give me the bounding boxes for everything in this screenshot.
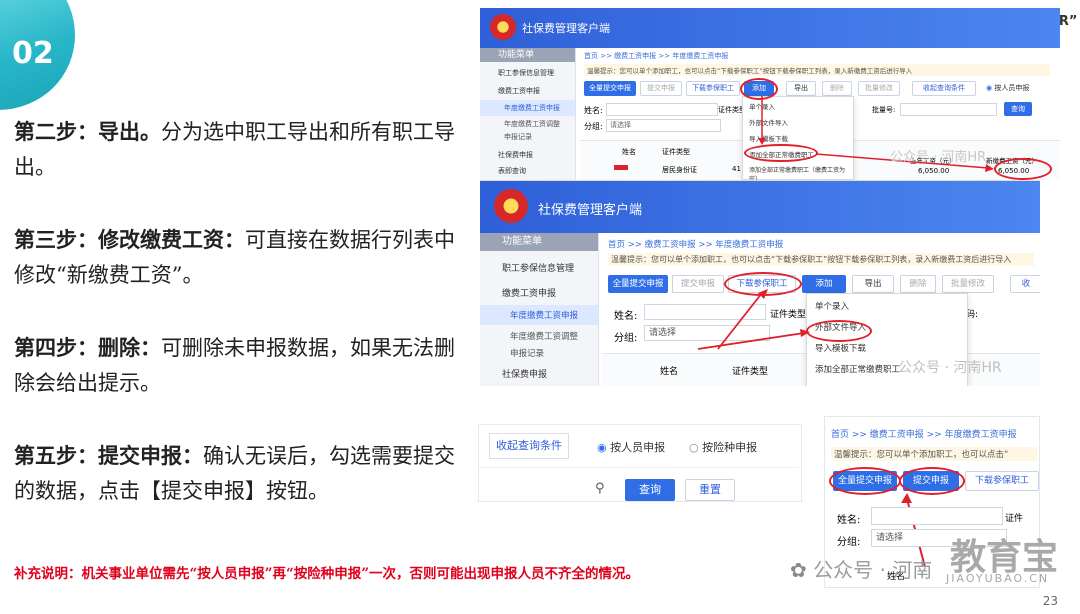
arrow-overlay-2 (697, 289, 810, 350)
step-four: 第四步：删除：可删除未申报数据，如果无法删除会给出提示。 (14, 335, 455, 395)
name-input-4[interactable] (871, 507, 1003, 525)
watermark-3: ✿ 公众号 · 河南 (790, 558, 933, 582)
step-two: 第二步：导出。分为选中职工导出和所有职工导出。 (14, 119, 455, 179)
screenshot-query: 收起查询条件 ◉ 按人员申报 ○ 按险种申报 ⚲ 查询 重置 (478, 424, 802, 502)
brand-url-watermark: JIAOYUBAO.CN (946, 572, 1050, 585)
cert-label-4: 证件 (1005, 514, 1024, 524)
reset-button-3[interactable]: 重置 (685, 479, 735, 501)
screenshot-export: 社保费管理客户端 功能菜单 职工参保信息管理 缴费工资申报 年度缴费工资申报 年… (480, 8, 1060, 180)
search-button-3[interactable]: 查询 (625, 479, 675, 501)
search-icon[interactable]: ⚲ (595, 481, 605, 496)
slide-number: 02 (12, 36, 54, 71)
by-person-radio-3[interactable]: ◉ 按人员申报 (597, 439, 665, 455)
page-number: 23 (1042, 594, 1058, 608)
step-five: 第五步：提交申报：确认无误后，勾选需要提交的数据，点击【提交申报】按钮。 (14, 443, 455, 503)
watermark-1: 公众号 · 河南HR (890, 150, 987, 165)
divider-3 (479, 467, 799, 468)
watermark-2: 公众号 · 河南HR (898, 360, 1002, 376)
supplement-note: 补充说明：机关事业单位需先“按人员申报”再“按险种申报”一次，否则可能出现申报人… (14, 566, 640, 582)
screenshot-add-import: 社保费管理客户端 功能菜单 职工参保信息管理 缴费工资申报 年度缴费工资申报 年… (480, 180, 1040, 386)
step-three: 第三步：修改缴费工资：可直接在数据行列表中修改“新缴费工资”。 (14, 227, 455, 287)
by-insurance-radio-3[interactable]: ○ 按险种申报 (689, 439, 757, 455)
name-label-4: 姓名: (837, 515, 861, 526)
collapse-query-button-3[interactable]: 收起查询条件 (489, 433, 569, 459)
group-label-4: 分组: (837, 537, 861, 548)
